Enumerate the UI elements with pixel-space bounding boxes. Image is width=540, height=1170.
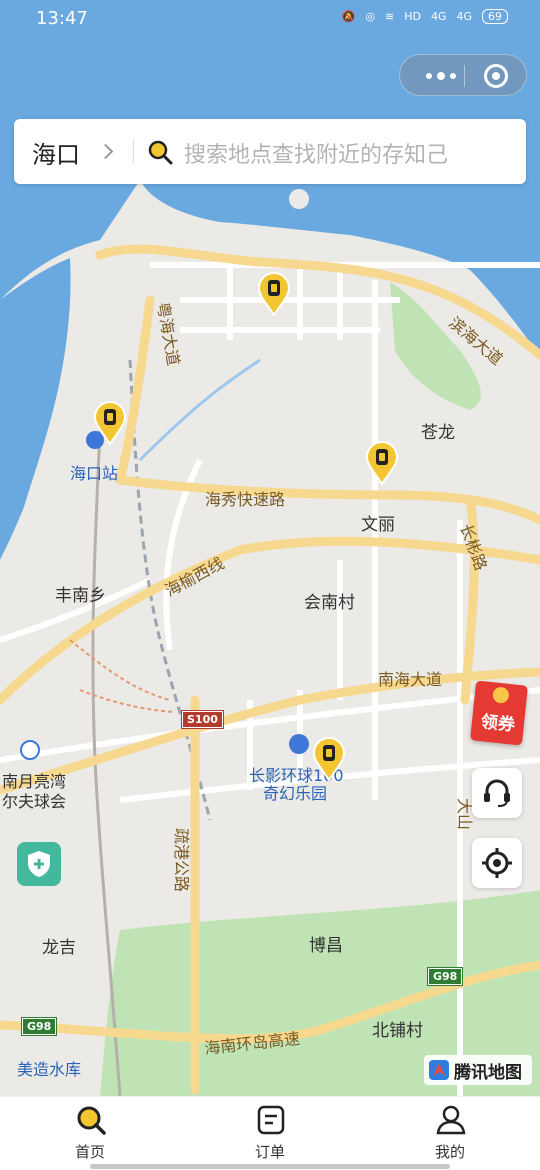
golf-icon [20, 740, 40, 760]
road-label: 南海大道 [378, 670, 443, 689]
search-divider [133, 139, 134, 163]
locate-me-button[interactable] [472, 838, 522, 888]
customer-service-button[interactable] [472, 768, 522, 818]
place-label: 尔夫球会 [2, 792, 67, 811]
search-input[interactable]: 搜索地点查找附近的存知己 [184, 137, 448, 169]
user-icon [436, 1105, 466, 1135]
close-miniprogram-icon[interactable] [484, 64, 508, 88]
chevron-right-icon [97, 143, 114, 160]
signal-4g-2: 4G [456, 10, 472, 23]
hd-badge: HD [404, 10, 421, 23]
tab-label: 首页 [74, 1143, 105, 1161]
road-label: 疏港公路 [172, 828, 191, 893]
locker-pin[interactable] [312, 737, 346, 781]
place-label: 丰南乡 [55, 586, 106, 606]
highway-shield-s100: S100 [181, 710, 224, 729]
search-bar: 海口 搜索地点查找附近的存知己 [14, 119, 526, 184]
order-icon [257, 1105, 285, 1135]
tab-bar: 首页 订单 我的 [0, 1096, 540, 1170]
headset-icon [484, 779, 510, 807]
battery-icon: 69 [482, 9, 508, 24]
place-label: 龙吉 [42, 938, 76, 958]
tab-label: 我的 [434, 1143, 465, 1161]
locker-pin[interactable] [93, 401, 127, 445]
status-icons: 🔕 ◎ ≋ HD 4G 4G 69 [342, 9, 508, 24]
amusement-icon [289, 734, 309, 754]
capsule-divider [464, 65, 465, 87]
place-label: 奇幻乐园 [263, 784, 328, 803]
map-brand-text: 腾讯地图 [454, 1062, 522, 1083]
search-icon [148, 140, 173, 165]
place-label: 文丽 [361, 515, 395, 535]
highway-shield-g98: G98 [20, 1017, 58, 1036]
tab-home[interactable]: 首页 [30, 1097, 150, 1167]
coupon-button[interactable]: 领券 [470, 680, 528, 746]
locker-pin[interactable] [257, 272, 291, 316]
coupon-icon [492, 686, 510, 704]
tab-orders[interactable]: 订单 [210, 1097, 330, 1167]
map-attribution: 腾讯地图 [424, 1055, 532, 1085]
place-label: 博昌 [309, 936, 343, 956]
search-icon [77, 1106, 106, 1135]
status-bar: 13:47 🔕 ◎ ≋ HD 4G 4G 69 [0, 0, 540, 40]
wifi-icon: ≋ [384, 10, 395, 23]
mute-icon: 🔕 [341, 10, 356, 23]
locker-pin[interactable] [365, 441, 399, 485]
tencent-map-logo-icon [429, 1060, 449, 1080]
place-label: 北铺村 [372, 1021, 423, 1041]
home-indicator [90, 1164, 450, 1169]
place-label: 会南村 [304, 593, 355, 613]
more-icon[interactable] [418, 55, 464, 97]
city-selector[interactable]: 海口 [32, 135, 80, 170]
miniprogram-capsule [399, 54, 527, 96]
location-icon: ◎ [365, 10, 375, 23]
shield-plus-icon [28, 851, 50, 877]
safety-button[interactable] [17, 842, 61, 886]
signal-4g-1: 4G [430, 10, 447, 23]
tab-mine[interactable]: 我的 [390, 1097, 510, 1167]
crosshair-icon [482, 848, 512, 878]
coupon-label: 领券 [479, 712, 516, 736]
road-label: 海秀快速路 [205, 490, 286, 509]
tab-label: 订单 [254, 1143, 285, 1161]
highway-shield-g98: G98 [426, 967, 464, 986]
station-label: 海口站 [70, 464, 119, 483]
status-time: 13:47 [36, 8, 88, 29]
place-label: 美造水库 [17, 1060, 82, 1079]
place-label: 苍龙 [421, 423, 455, 443]
